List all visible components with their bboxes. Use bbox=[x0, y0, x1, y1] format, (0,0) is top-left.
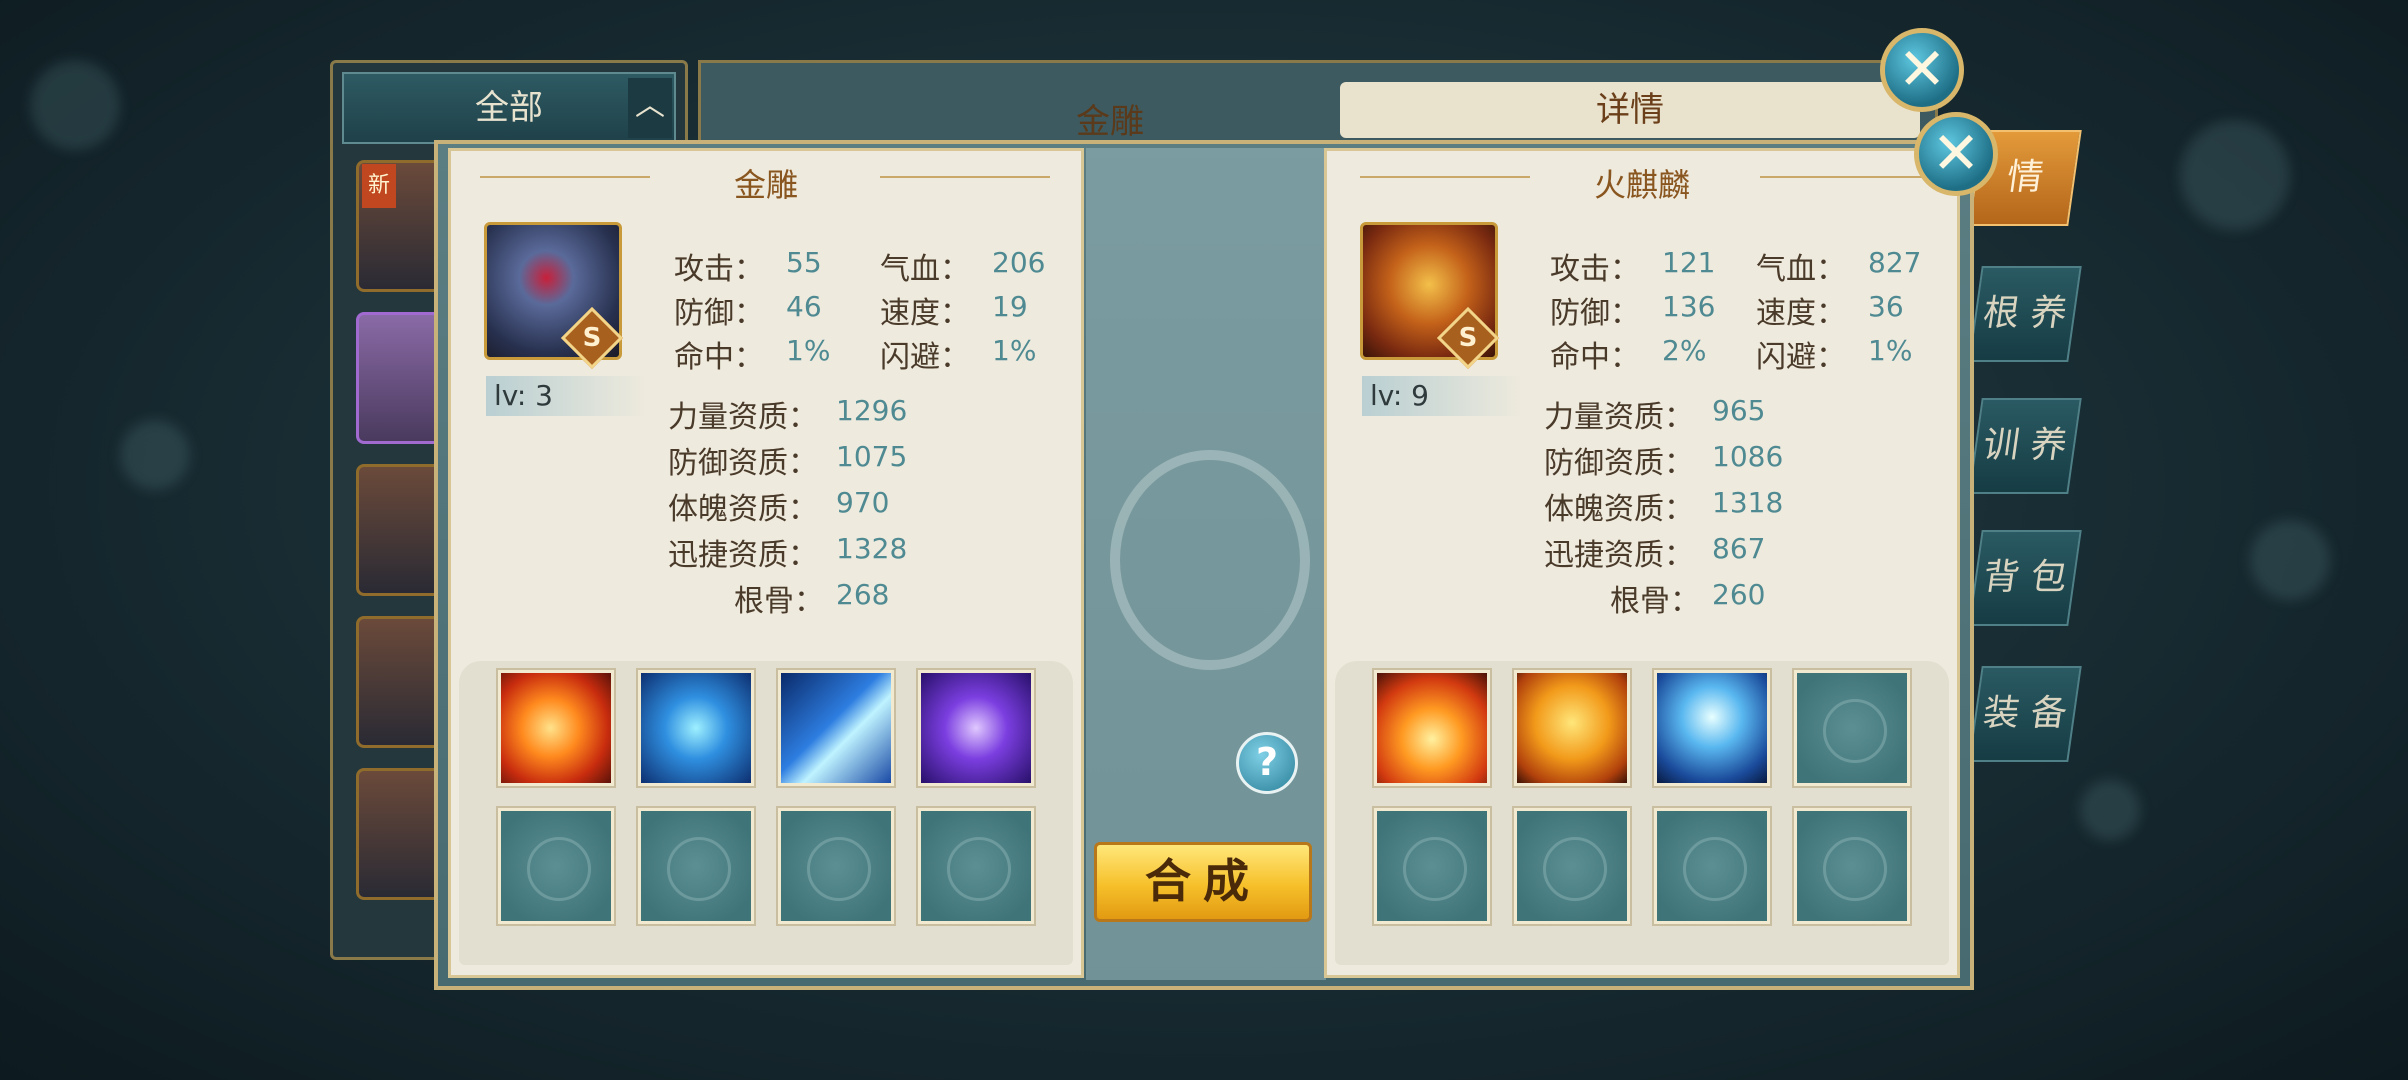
empty-skill-slot[interactable] bbox=[1514, 808, 1630, 924]
empty-skill-slot[interactable] bbox=[498, 808, 614, 924]
pet-list-item[interactable] bbox=[356, 616, 442, 748]
empty-skill-slot[interactable] bbox=[918, 808, 1034, 924]
aptitude-label: 迅捷资质： bbox=[668, 538, 818, 573]
stat-label: 速度： bbox=[1756, 296, 1846, 331]
aptitude-label: 防御资质： bbox=[668, 446, 818, 481]
stat-label: 攻击： bbox=[674, 252, 764, 287]
pet-level: lv: 3 bbox=[486, 376, 646, 416]
new-badge: 新 bbox=[362, 164, 396, 208]
empty-skill-slot[interactable] bbox=[1654, 808, 1770, 924]
empty-skill-slot[interactable] bbox=[1794, 808, 1910, 924]
stat-value: 36 bbox=[1868, 290, 1904, 323]
tab-train[interactable]: 训 养 bbox=[1968, 398, 2082, 494]
help-icon[interactable]: ? bbox=[1236, 732, 1298, 794]
close-icon[interactable]: ✕ bbox=[1914, 112, 1998, 196]
stat-value: 206 bbox=[992, 246, 1046, 279]
stat-value: 55 bbox=[786, 246, 822, 279]
fire-bird-skill-icon[interactable] bbox=[498, 670, 614, 786]
empty-skill-slot[interactable] bbox=[1374, 808, 1490, 924]
pet-list-item[interactable] bbox=[356, 464, 442, 596]
aptitude-value: 965 bbox=[1712, 394, 1766, 427]
tab-bag[interactable]: 背 包 bbox=[1968, 530, 2082, 626]
stat-label: 速度： bbox=[880, 296, 970, 331]
aptitude-value: 1328 bbox=[836, 532, 908, 565]
aptitude-label: 防御资质： bbox=[1544, 446, 1694, 481]
aptitude-label: 体魄资质： bbox=[1544, 492, 1694, 527]
aptitude-label: 力量资质： bbox=[668, 400, 818, 435]
aptitude-value: 970 bbox=[836, 486, 890, 519]
stat-label: 气血： bbox=[1756, 252, 1846, 287]
background-bokeh bbox=[120, 420, 190, 490]
stat-label: 防御： bbox=[1550, 296, 1640, 331]
stat-value: 1% bbox=[786, 334, 831, 367]
background-pet-name: 金雕 bbox=[1076, 102, 1144, 142]
stat-label: 闪避： bbox=[1756, 340, 1846, 375]
stat-value: 19 bbox=[992, 290, 1028, 323]
aptitude-label: 根骨： bbox=[1610, 584, 1700, 619]
stat-label: 命中： bbox=[674, 340, 764, 375]
dragon-emblem-icon bbox=[1110, 450, 1310, 670]
aptitude-value: 867 bbox=[1712, 532, 1766, 565]
blue-blade-skill-icon[interactable] bbox=[778, 670, 894, 786]
aptitude-label: 体魄资质： bbox=[668, 492, 818, 527]
aptitude-label: 力量资质： bbox=[1544, 400, 1694, 435]
stat-value: 136 bbox=[1662, 290, 1716, 323]
right-pet-name: 火麒麟 bbox=[1593, 166, 1690, 204]
aptitude-value: 1318 bbox=[1712, 486, 1784, 519]
aptitude-label: 迅捷资质： bbox=[1544, 538, 1694, 573]
left-pet-name: 金雕 bbox=[733, 166, 798, 204]
tab-equipment[interactable]: 装 备 bbox=[1968, 666, 2082, 762]
lightning-skill-icon[interactable] bbox=[1654, 670, 1770, 786]
stat-label: 气血： bbox=[880, 252, 970, 287]
purple-vortex-skill-icon[interactable] bbox=[918, 670, 1034, 786]
stat-value: 827 bbox=[1868, 246, 1922, 279]
background-bokeh bbox=[2080, 780, 2140, 840]
stat-label: 防御： bbox=[674, 296, 764, 331]
merge-button[interactable]: 合成 bbox=[1094, 842, 1312, 922]
filter-all-tab[interactable]: 全部 bbox=[342, 72, 676, 144]
background-bokeh bbox=[30, 60, 120, 150]
pet-list-item[interactable] bbox=[356, 768, 442, 900]
close-icon[interactable]: ✕ bbox=[1880, 28, 1964, 112]
aptitude-value: 268 bbox=[836, 578, 890, 611]
pet-list-item[interactable] bbox=[356, 312, 442, 444]
tab-raise[interactable]: 根 养 bbox=[1968, 266, 2082, 362]
aptitude-label: 根骨： bbox=[734, 584, 824, 619]
stat-value: 46 bbox=[786, 290, 822, 323]
empty-skill-slot[interactable] bbox=[1794, 670, 1910, 786]
stat-value: 1% bbox=[992, 334, 1037, 367]
aptitude-value: 1075 bbox=[836, 440, 908, 473]
fire-burst-skill-icon[interactable] bbox=[1374, 670, 1490, 786]
empty-skill-slot[interactable] bbox=[638, 808, 754, 924]
stat-label: 闪避： bbox=[880, 340, 970, 375]
stat-value: 121 bbox=[1662, 246, 1716, 279]
detail-panel-title: 详情 bbox=[1340, 82, 1920, 138]
aptitude-value: 260 bbox=[1712, 578, 1766, 611]
pet-level: lv: 9 bbox=[1362, 376, 1522, 416]
background-bokeh bbox=[2250, 520, 2330, 600]
stat-value: 1% bbox=[1868, 334, 1913, 367]
stat-label: 攻击： bbox=[1550, 252, 1640, 287]
fire-shield-skill-icon[interactable] bbox=[1514, 670, 1630, 786]
aptitude-value: 1086 bbox=[1712, 440, 1784, 473]
stat-label: 命中： bbox=[1550, 340, 1640, 375]
stat-value: 2% bbox=[1662, 334, 1707, 367]
aptitude-value: 1296 bbox=[836, 394, 908, 427]
blue-cross-skill-icon[interactable] bbox=[638, 670, 754, 786]
chevron-up-icon[interactable]: ︿ bbox=[628, 78, 672, 138]
empty-skill-slot[interactable] bbox=[778, 808, 894, 924]
background-bokeh bbox=[2180, 120, 2290, 230]
